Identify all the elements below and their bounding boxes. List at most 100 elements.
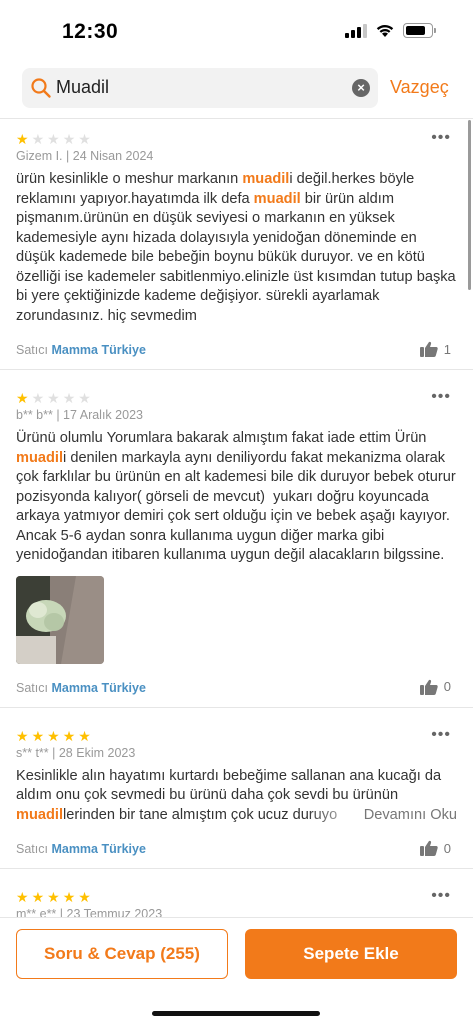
more-options-icon[interactable]: ••• <box>431 888 451 904</box>
more-options-icon[interactable]: ••• <box>431 130 451 146</box>
star-icon: ★ <box>31 889 45 905</box>
seller-row: Satıcı Mamma Türkiye 1 <box>16 333 457 369</box>
review-meta: m** e** | 23 Temmuz 2023 <box>16 907 457 917</box>
star-icon: ★ <box>78 131 91 147</box>
more-options-icon[interactable]: ••• <box>431 389 451 405</box>
search-input[interactable]: Muadil × <box>22 68 378 108</box>
search-query[interactable]: Muadil <box>56 77 109 98</box>
review-date: 17 Aralık 2023 <box>63 408 143 422</box>
star-icon: ★ <box>16 889 29 905</box>
review-card: ★ ★ ★ ★ ★ ••• Gizem I. | 24 Nisan 2024 ürün kes… <box>0 119 473 370</box>
review-card: ★ ★ ★ ★ ★ ••• b** b** | 17 Aralık 2023 Ürünü ol… <box>0 378 473 708</box>
star-icon: ★ <box>62 727 76 744</box>
review-card: ★★★★★•••m** e** | 23 Temmuz 2023Daha beb… <box>0 877 473 918</box>
review-text: Ürünü olumlu Yorumlara bakarak almıştım … <box>16 429 457 566</box>
star-rating: ★ ★ ★ ★ ★ <box>16 890 457 904</box>
review-photo[interactable] <box>16 575 104 664</box>
star-icon: ★ <box>16 390 29 406</box>
status-time: 12:30 <box>62 20 119 43</box>
highlighted-keyword: muadil <box>16 806 64 823</box>
battery-icon <box>403 23 436 38</box>
seller-info: Satıcı Mamma Türkiye <box>16 681 146 695</box>
meta-separator: | <box>62 149 73 163</box>
review-date: 23 Temmuz 2023 <box>66 907 163 917</box>
like-count: 1 <box>443 341 451 357</box>
review-separator <box>0 708 473 716</box>
qa-button[interactable]: Soru & Cevap (255) <box>16 929 228 979</box>
seller-info: Satıcı Mamma Türkiye <box>16 842 146 856</box>
meta-separator: | <box>52 408 64 422</box>
like-count: 0 <box>443 679 451 694</box>
like-button[interactable]: 0 <box>419 679 451 695</box>
cancel-button[interactable]: Vazgeç <box>390 77 449 98</box>
seller-name-link[interactable]: Mamma Türkiye <box>51 343 145 357</box>
search-row: Muadil × Vazgeç <box>0 68 473 110</box>
clear-search-icon[interactable]: × <box>352 79 370 97</box>
star-icon: ★ <box>62 889 76 905</box>
bottom-action-bar: Soru & Cevap (255) Sepete Ekle <box>0 917 473 1024</box>
star-icon: ★ <box>47 889 60 905</box>
review-author: s** t** <box>16 745 49 760</box>
review-date: 28 Ekim 2023 <box>58 745 136 760</box>
review-text-part: bir ürün aldım pişmanım.ürünün en düşük … <box>16 190 460 324</box>
review-text-part: Kesinlikle alın hayatımı kurtardı bebeği… <box>16 767 446 804</box>
review-meta: b** b** | 17 Aralık 2023 <box>16 408 457 422</box>
review-separator <box>0 869 473 877</box>
read-more-link[interactable]: Devamını Oku <box>364 806 457 826</box>
star-icon: ★ <box>47 727 60 744</box>
like-button[interactable]: 1 <box>419 341 451 357</box>
thumbs-up-icon <box>419 840 438 856</box>
star-icon: ★ <box>78 390 91 406</box>
review-card: ★ ★ ★ ★ ★ ••• s** t** | 28 Ekim 2023 Kesinlikle… <box>0 716 473 869</box>
more-options-icon[interactable]: ••• <box>431 726 451 742</box>
wifi-icon <box>376 24 394 37</box>
review-text-part: lerinden bir tane almıştım çok ucuz duru… <box>63 806 338 823</box>
review-meta: s** t** | 28 Ekim 2023 <box>16 746 457 760</box>
review-date: 24 Nisan 2024 <box>72 149 154 163</box>
review-text: ürün kesinlikle o meshur markanın muadil… <box>16 170 457 326</box>
star-icon: ★ <box>31 390 45 406</box>
seller-name-link[interactable]: Mamma Türkiye <box>51 681 145 695</box>
review-text-part: Ürünü olumlu Yorumlara bakarak almıştım … <box>16 430 431 446</box>
seller-name-link[interactable]: Mamma Türkiye <box>51 842 145 856</box>
review-author: Gizem I. <box>16 149 63 163</box>
review-text-part: ürün kesinlikle o meshur markanın <box>16 171 243 187</box>
seller-info: Satıcı Mamma Türkiye <box>16 343 146 357</box>
review-author: m** e** <box>16 907 57 917</box>
star-rating: ★ ★ ★ ★ ★ <box>16 729 457 743</box>
highlighted-keyword: muadil <box>242 171 290 187</box>
search-icon <box>31 78 51 98</box>
highlighted-keyword: muadil <box>16 449 64 466</box>
like-button[interactable]: 0 <box>419 840 451 856</box>
thumbs-up-icon <box>419 341 438 357</box>
star-icon: ★ <box>62 390 76 406</box>
star-icon: ★ <box>16 727 29 744</box>
star-rating: ★ ★ ★ ★ ★ <box>16 132 457 146</box>
seller-label: Satıcı <box>16 343 48 357</box>
seller-row: Satıcı Mamma Türkiye 0 <box>16 671 457 707</box>
review-author: b** b** <box>16 408 53 422</box>
star-icon: ★ <box>78 727 91 744</box>
star-icon: ★ <box>47 131 60 147</box>
star-icon: ★ <box>78 889 91 905</box>
star-icon: ★ <box>31 727 45 744</box>
seller-label: Satıcı <box>16 842 48 856</box>
review-text-part: i denilen markayla aynı deniliyordu faka… <box>16 449 460 564</box>
star-icon: ★ <box>62 131 76 147</box>
home-indicator[interactable] <box>152 1011 320 1016</box>
star-rating: ★ ★ ★ ★ ★ <box>16 391 457 405</box>
status-icons <box>345 23 436 38</box>
star-icon: ★ <box>31 131 45 147</box>
thumbs-up-icon <box>419 679 438 695</box>
highlighted-keyword: muadil <box>253 190 301 207</box>
add-to-cart-button[interactable]: Sepete Ekle <box>245 929 457 979</box>
review-list[interactable]: ★ ★ ★ ★ ★ ••• Gizem I. | 24 Nisan 2024 ürün kes… <box>0 119 473 917</box>
meta-separator: | <box>56 907 67 917</box>
review-meta: Gizem I. | 24 Nisan 2024 <box>16 149 457 163</box>
review-text: Kesinlikle alın hayatımı kurtardı bebeği… <box>16 767 457 826</box>
star-icon: ★ <box>16 131 29 147</box>
seller-row: Satıcı Mamma Türkiye 0 <box>16 832 457 868</box>
scrollbar[interactable] <box>468 120 471 290</box>
like-count: 0 <box>443 840 451 856</box>
seller-label: Satıcı <box>16 680 48 695</box>
